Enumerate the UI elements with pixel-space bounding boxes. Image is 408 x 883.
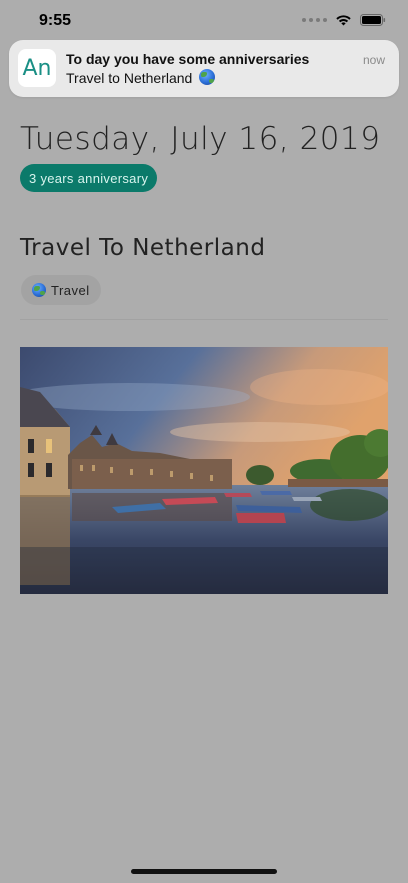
notification-body: Travel to Netherland [66, 69, 216, 86]
notification-banner[interactable]: An To day you have some anniversaries Tr… [9, 40, 399, 97]
notification-body-text: Travel to Netherland [66, 70, 193, 86]
globe-icon [199, 69, 216, 85]
notification-title: To day you have some anniversaries [66, 51, 310, 67]
globe-icon [32, 283, 46, 297]
home-indicator[interactable] [131, 869, 277, 874]
divider [20, 319, 388, 320]
netherlands-landscape-image [20, 347, 388, 594]
notification-time: now [362, 53, 385, 67]
event-title: Travel To Netherland [20, 235, 266, 261]
battery-icon [360, 14, 386, 26]
status-time: 9:55 [39, 12, 72, 29]
app-icon: An [18, 49, 56, 87]
category-chip[interactable]: Travel [21, 275, 101, 305]
cellular-dots-icon [302, 18, 327, 22]
status-bar: 9:55 [0, 0, 408, 44]
wifi-icon [336, 15, 351, 26]
screen: 9:55 An To day you have some anniversari… [0, 0, 408, 883]
category-label: Travel [51, 282, 90, 298]
date-heading: Tuesday, July 16, 2019 [20, 121, 381, 157]
status-icons [302, 14, 386, 26]
event-photo[interactable] [20, 347, 388, 594]
anniversary-badge: 3 years anniversary [20, 164, 158, 192]
